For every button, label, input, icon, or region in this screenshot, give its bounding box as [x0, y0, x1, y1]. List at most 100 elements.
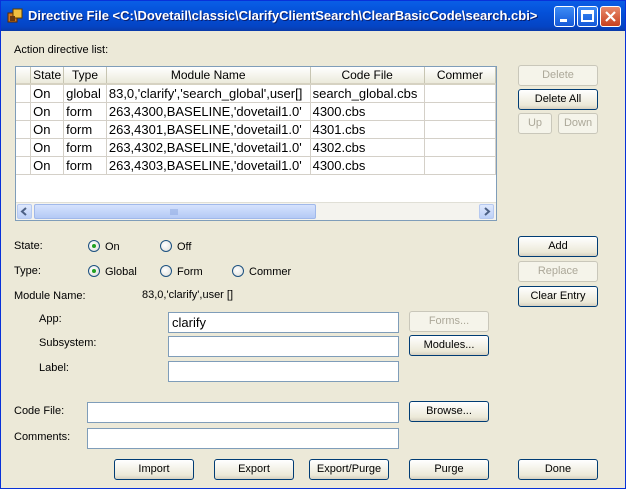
window-title: Directive File <C:\Dovetail\classic\Clar… — [28, 8, 538, 23]
state-on-label[interactable]: On — [105, 241, 120, 253]
cell-module-name: 83,0,'clarify','search_global',user[] — [106, 84, 311, 103]
replace-button[interactable]: Replace — [518, 261, 598, 282]
export-button[interactable]: Export — [214, 459, 294, 480]
import-button[interactable]: Import — [114, 459, 194, 480]
table-row[interactable]: On global 83,0,'clarify','search_global'… — [16, 84, 496, 103]
cell-state: On — [30, 84, 65, 103]
cell-type: form — [63, 138, 107, 157]
scroll-right-button[interactable] — [479, 204, 494, 219]
scroll-left-button[interactable] — [17, 204, 32, 219]
table-row[interactable]: On form 263,4302,BASELINE,'dovetail1.0' … — [16, 138, 496, 157]
cell-type: form — [63, 120, 107, 139]
type-global-radio[interactable] — [88, 265, 100, 277]
column-header-code-file[interactable]: Code File — [310, 67, 425, 85]
column-header-selector[interactable] — [16, 67, 32, 85]
column-header-state[interactable]: State — [30, 67, 65, 85]
label-field[interactable] — [168, 361, 399, 382]
subsystem-field[interactable] — [168, 336, 399, 357]
minimize-button[interactable] — [554, 6, 575, 27]
horizontal-scrollbar[interactable] — [16, 202, 496, 220]
state-off-radio[interactable] — [160, 240, 172, 252]
app-icon — [7, 8, 23, 23]
type-commer-label[interactable]: Commer — [249, 266, 291, 278]
cell-module-name: 263,4302,BASELINE,'dovetail1.0' — [106, 138, 311, 157]
row-selector — [16, 156, 32, 175]
type-form-label[interactable]: Form — [177, 266, 203, 278]
directive-table: State Type Module Name Code File Commer … — [16, 67, 496, 175]
label-label: Label: — [39, 362, 69, 374]
action-directive-list[interactable]: State Type Module Name Code File Commer … — [15, 66, 497, 221]
minimize-icon — [560, 19, 567, 22]
forms-button[interactable]: Forms... — [409, 311, 489, 332]
action-directive-list-label: Action directive list: — [14, 44, 109, 56]
grip-icon — [170, 209, 178, 215]
code-file-field[interactable] — [87, 402, 399, 423]
close-icon — [605, 11, 616, 22]
directive-file-window: Directive File <C:\Dovetail\classic\Clar… — [0, 0, 626, 489]
cell-code-file: 4300.cbs — [310, 102, 425, 121]
done-button[interactable]: Done — [518, 459, 598, 480]
subsystem-label: Subsystem: — [39, 337, 97, 349]
title-bar[interactable]: Directive File <C:\Dovetail\classic\Clar… — [1, 1, 625, 31]
close-button[interactable] — [600, 6, 621, 27]
delete-all-button[interactable]: Delete All — [518, 89, 598, 110]
type-label: Type: — [14, 265, 41, 277]
cell-state: On — [30, 120, 65, 139]
cell-comments — [424, 102, 496, 121]
cell-code-file: 4301.cbs — [310, 120, 425, 139]
row-selector — [16, 102, 32, 121]
delete-button[interactable]: Delete — [518, 65, 598, 86]
module-name-label: Module Name: — [14, 290, 86, 302]
cell-state: On — [30, 156, 65, 175]
cell-state: On — [30, 102, 65, 121]
app-field[interactable] — [168, 312, 399, 333]
cell-comments — [424, 120, 496, 139]
export-purge-button[interactable]: Export/Purge — [309, 459, 389, 480]
state-on-radio[interactable] — [88, 240, 100, 252]
type-commer-radio[interactable] — [232, 265, 244, 277]
up-button[interactable]: Up — [518, 113, 552, 134]
row-selector — [16, 84, 32, 103]
add-button[interactable]: Add — [518, 236, 598, 257]
table-row[interactable]: On form 263,4301,BASELINE,'dovetail1.0' … — [16, 120, 496, 139]
module-name-value: 83,0,'clarify',user [] — [142, 289, 234, 301]
maximize-icon — [581, 10, 594, 22]
cell-type: form — [63, 102, 107, 121]
cell-comments — [424, 156, 496, 175]
type-global-label[interactable]: Global — [105, 266, 137, 278]
row-selector — [16, 138, 32, 157]
comments-field[interactable] — [87, 428, 399, 449]
chevron-left-icon — [20, 207, 27, 216]
cell-state: On — [30, 138, 65, 157]
state-off-label[interactable]: Off — [177, 241, 191, 253]
table-row[interactable]: On form 263,4303,BASELINE,'dovetail1.0' … — [16, 156, 496, 175]
row-selector — [16, 120, 32, 139]
cell-code-file: 4302.cbs — [310, 138, 425, 157]
chevron-right-icon — [484, 207, 491, 216]
cell-code-file: 4300.cbs — [310, 156, 425, 175]
type-form-radio[interactable] — [160, 265, 172, 277]
column-header-type[interactable]: Type — [63, 67, 107, 85]
clear-entry-button[interactable]: Clear Entry — [518, 286, 598, 307]
state-label: State: — [14, 240, 43, 252]
cell-module-name: 263,4300,BASELINE,'dovetail1.0' — [106, 102, 311, 121]
cell-type: form — [63, 156, 107, 175]
maximize-button[interactable] — [577, 6, 598, 27]
cell-type: global — [63, 84, 107, 103]
column-header-module-name[interactable]: Module Name — [106, 67, 311, 85]
cell-module-name: 263,4301,BASELINE,'dovetail1.0' — [106, 120, 311, 139]
cell-module-name: 263,4303,BASELINE,'dovetail1.0' — [106, 156, 311, 175]
app-label: App: — [39, 313, 62, 325]
purge-button[interactable]: Purge — [409, 459, 489, 480]
down-button[interactable]: Down — [558, 113, 598, 134]
table-header-row: State Type Module Name Code File Commer — [16, 67, 496, 85]
cell-comments — [424, 138, 496, 157]
cell-code-file: search_global.cbs — [310, 84, 425, 103]
table-row[interactable]: On form 263,4300,BASELINE,'dovetail1.0' … — [16, 102, 496, 121]
comments-label: Comments: — [14, 431, 71, 443]
scroll-thumb[interactable] — [34, 204, 316, 219]
column-header-comments[interactable]: Commer — [424, 67, 496, 85]
code-file-label: Code File: — [14, 405, 65, 417]
modules-button[interactable]: Modules... — [409, 335, 489, 356]
browse-button[interactable]: Browse... — [409, 401, 489, 422]
